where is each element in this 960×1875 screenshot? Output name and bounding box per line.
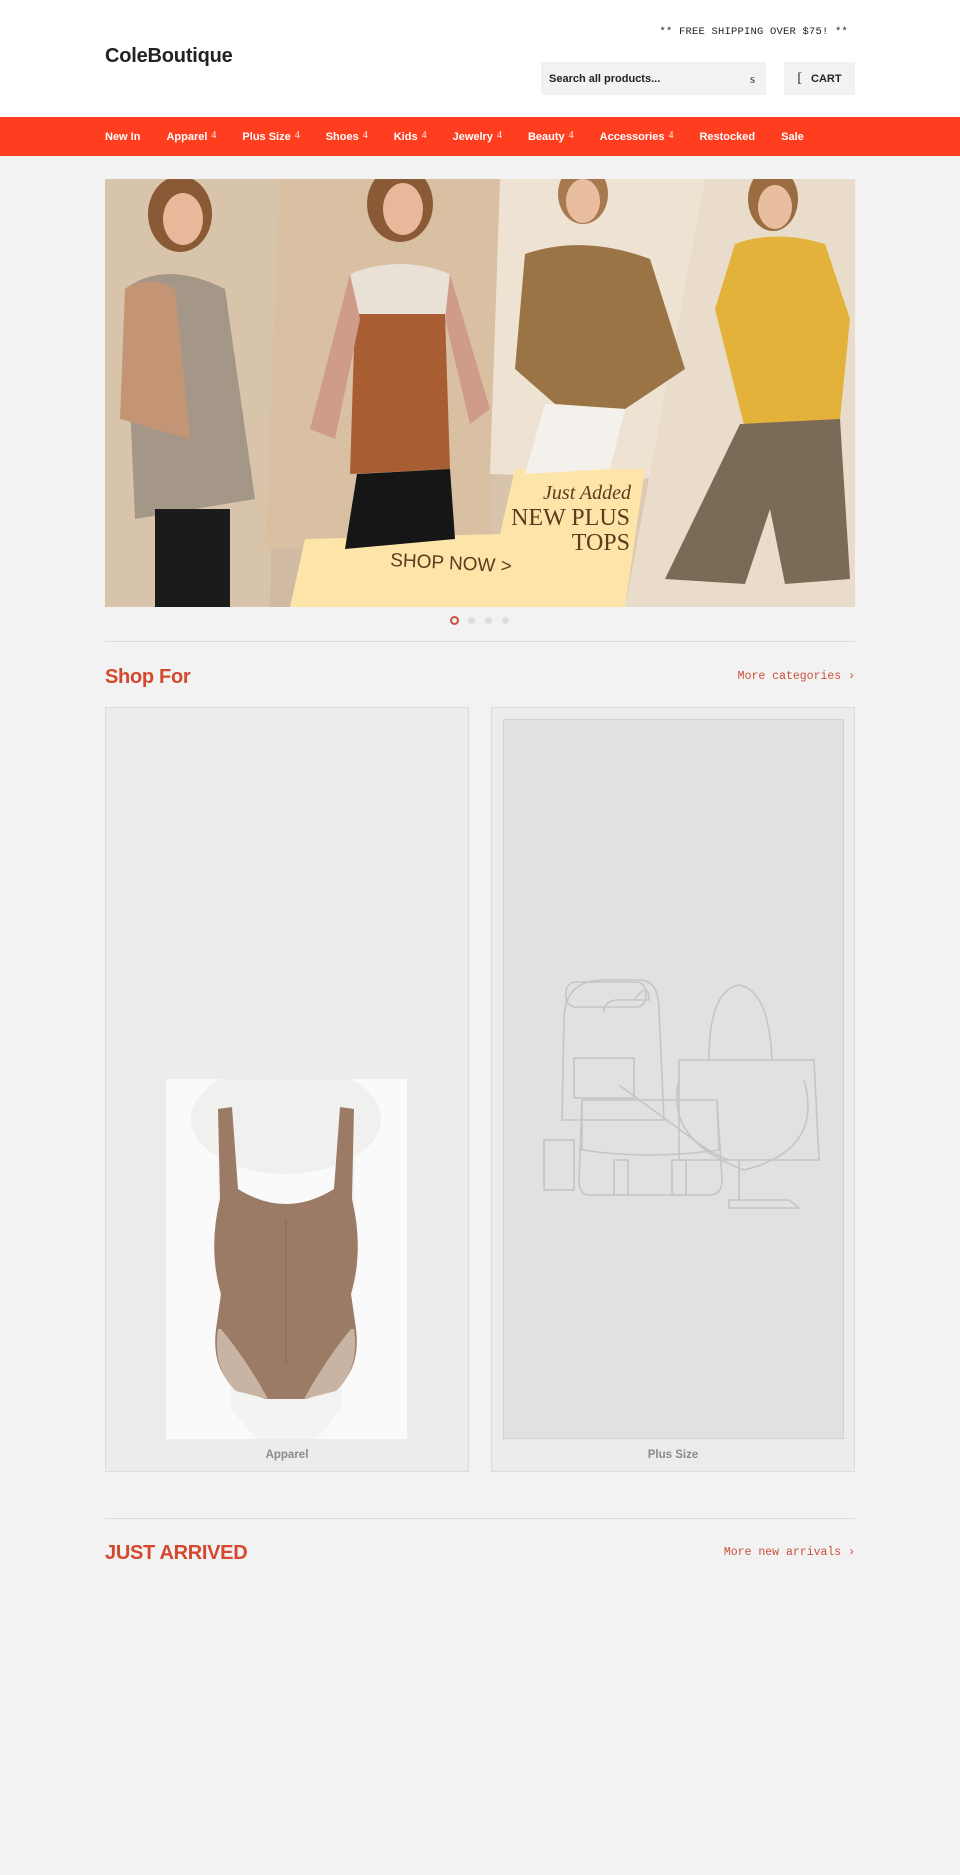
nav-item-new-in[interactable]: New In	[105, 131, 140, 143]
dropdown-caret-icon: 4	[568, 129, 574, 141]
hero-headline-2: TOPS	[572, 530, 630, 556]
slider-dot-2[interactable]	[468, 617, 475, 624]
category-label: Plus Size	[647, 1449, 699, 1461]
category-label: Apparel	[265, 1449, 309, 1461]
search-icon[interactable]: s	[750, 71, 755, 87]
dropdown-caret-icon: 4	[668, 129, 674, 141]
search-input[interactable]	[549, 72, 729, 85]
nav-item-accessories[interactable]: Accessories 4	[599, 129, 674, 143]
main-nav: New In Apparel 4 Plus Size 4 Shoes 4 Kids 4 …	[0, 117, 960, 156]
nav-label: Accessories	[599, 130, 665, 143]
section-divider	[105, 641, 855, 642]
slider-dot-4[interactable]	[502, 617, 509, 624]
dropdown-caret-icon: 4	[211, 129, 217, 141]
nav-item-jewelry[interactable]: Jewelry 4	[452, 129, 502, 143]
nav-item-apparel[interactable]: Apparel 4	[166, 129, 217, 143]
cart-icon: [	[797, 70, 803, 86]
slider-dot-3[interactable]	[485, 617, 492, 624]
nav-item-beauty[interactable]: Beauty 4	[527, 129, 574, 143]
nav-item-sale[interactable]: Sale	[781, 131, 804, 143]
more-categories-link[interactable]: More categories ›	[738, 670, 855, 683]
apparel-image	[166, 1064, 407, 1439]
dropdown-caret-icon: 4	[294, 129, 300, 141]
site-logo[interactable]: ColeBoutique	[105, 45, 233, 68]
dropdown-caret-icon: 4	[421, 129, 427, 141]
hero-banner[interactable]: Just Added NEW PLUS TOPS SHOP NOW >	[105, 179, 855, 607]
search-box[interactable]: s	[541, 62, 766, 95]
nav-label: Sale	[781, 130, 804, 143]
cart-button[interactable]: [ CART	[784, 62, 855, 95]
just-arrived-title: JUST ARRIVED	[105, 1542, 248, 1564]
dropdown-caret-icon: 4	[362, 129, 368, 141]
nav-label: New In	[105, 130, 141, 143]
nav-label: Beauty	[527, 130, 565, 143]
more-new-arrivals-link[interactable]: More new arrivals ›	[724, 1546, 855, 1559]
hero-headline-1: NEW PLUS	[511, 505, 630, 531]
nav-item-kids[interactable]: Kids 4	[393, 129, 427, 143]
nav-label: Apparel	[166, 130, 208, 143]
dropdown-caret-icon: 4	[496, 129, 502, 141]
category-card-apparel[interactable]: Apparel	[105, 707, 469, 1472]
nav-item-plus-size[interactable]: Plus Size 4	[242, 129, 300, 143]
hero-image: Just Added NEW PLUS TOPS SHOP NOW >	[105, 179, 855, 607]
site-header: ColeBoutique ** FREE SHIPPING OVER $75! …	[0, 0, 960, 117]
shop-for-title: Shop For	[105, 666, 191, 688]
nav-label: Plus Size	[242, 130, 291, 143]
nav-item-restocked[interactable]: Restocked	[699, 131, 755, 143]
nav-label: Shoes	[325, 130, 359, 143]
hero-tagline: Just Added	[543, 482, 632, 504]
category-card-plus-size[interactable]: Plus Size	[491, 707, 855, 1472]
nav-label: Kids	[393, 130, 418, 143]
slider-dots	[0, 616, 960, 625]
nav-label: Restocked	[699, 130, 756, 143]
nav-item-shoes[interactable]: Shoes 4	[325, 129, 368, 143]
bags-illustration-icon	[543, 979, 820, 1209]
nav-label: Jewelry	[452, 130, 493, 143]
cart-label: CART	[811, 72, 842, 85]
slider-dot-1[interactable]	[450, 616, 459, 625]
plus-size-image	[503, 719, 844, 1439]
section-divider	[105, 1518, 855, 1519]
free-shipping-banner: ** FREE SHIPPING OVER $75! **	[659, 26, 848, 38]
